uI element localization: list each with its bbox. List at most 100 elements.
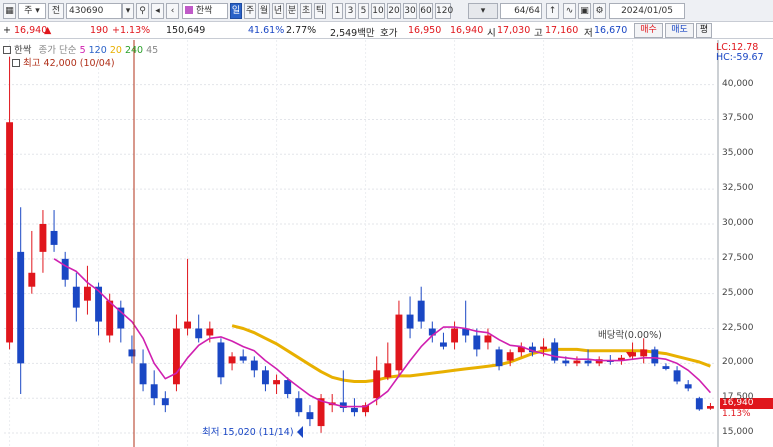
eval-button[interactable]: 평 [696, 23, 712, 38]
layout-icon[interactable]: ▦ [3, 3, 16, 19]
candle[interactable] [61, 251, 69, 287]
candle[interactable] [706, 402, 714, 410]
candle[interactable] [651, 346, 659, 367]
candle[interactable] [517, 342, 525, 357]
speaker-icon[interactable]: ◂ [151, 3, 164, 19]
high-toggle-icon[interactable] [12, 59, 20, 67]
candle[interactable] [184, 258, 192, 336]
period-button[interactable]: 초 [300, 3, 312, 19]
candle[interactable] [17, 207, 25, 395]
candle-body [17, 251, 25, 364]
candle[interactable] [83, 265, 91, 315]
volume: 150,649 [166, 25, 206, 36]
candle-body [284, 380, 292, 395]
code-input[interactable]: 430690 [66, 3, 122, 19]
candle[interactable] [117, 300, 125, 343]
count-field[interactable]: 64/64 [500, 3, 542, 19]
candle[interactable] [306, 405, 314, 427]
expand-icon[interactable]: + [3, 25, 11, 36]
stock-name-field: 한싹 [182, 3, 228, 19]
candle[interactable] [473, 328, 481, 357]
candle[interactable] [640, 338, 648, 364]
line-chart-icon[interactable]: ∿ [563, 3, 576, 19]
candle[interactable] [551, 338, 559, 364]
candle[interactable] [428, 321, 436, 343]
low-marker-icon [297, 426, 303, 438]
candle[interactable] [462, 300, 470, 343]
candle[interactable] [6, 56, 14, 350]
candle[interactable] [451, 321, 459, 350]
candle-body [495, 349, 503, 367]
y-tick-label: 22,500 [722, 322, 754, 333]
stock-name: 한싹 [195, 6, 213, 16]
candle[interactable] [684, 380, 692, 392]
interval-button[interactable]: 60 [419, 3, 433, 19]
candle[interactable] [295, 391, 303, 417]
change-value: 190 [90, 25, 109, 36]
save-icon[interactable]: ▣ [578, 3, 591, 19]
candle[interactable] [662, 363, 670, 371]
price-chart[interactable] [0, 40, 773, 447]
gear-icon[interactable]: ⚙ [593, 3, 606, 19]
interval-button[interactable]: 30 [403, 3, 417, 19]
interval-button[interactable]: 5 [358, 3, 369, 19]
candle[interactable] [417, 286, 425, 329]
date-field[interactable]: 2024/01/05 [609, 3, 685, 19]
interval-button[interactable]: 20 [387, 3, 401, 19]
candle[interactable] [228, 352, 236, 371]
high-label: 고 [534, 28, 543, 39]
change-arrow-icon: ▲ [44, 25, 52, 36]
low-annotation: 최저 15,020 (11/14) [202, 427, 294, 438]
arrow-up-icon[interactable]: ↑ [546, 3, 559, 19]
candle[interactable] [673, 366, 681, 385]
candle[interactable] [261, 366, 269, 392]
candle[interactable] [39, 210, 47, 273]
period-button[interactable]: 틱 [314, 3, 326, 19]
candle-body [250, 360, 258, 371]
y-tick-label: 17,500 [722, 392, 754, 403]
candle[interactable] [695, 396, 703, 411]
candle[interactable] [239, 349, 247, 364]
legend-toggle-icon[interactable] [3, 46, 11, 54]
candle[interactable] [150, 370, 158, 406]
candle-body [72, 286, 80, 308]
candle[interactable] [250, 356, 258, 378]
period-button[interactable]: 분 [286, 3, 298, 19]
search-icon[interactable]: ⚲ [136, 3, 149, 19]
sell-button[interactable]: 매도 [665, 23, 694, 38]
interval-button[interactable]: 3 [345, 3, 356, 19]
candle-body [239, 356, 247, 361]
period-button[interactable]: 주 [244, 3, 256, 19]
candle[interactable] [384, 342, 392, 381]
prev-stock-icon[interactable]: ‹ [166, 3, 179, 19]
candle[interactable] [573, 356, 581, 367]
y-tick-label: 27,500 [722, 252, 754, 263]
mode-select[interactable]: 주 ▾ [18, 3, 46, 19]
candle[interactable] [28, 230, 36, 294]
candle[interactable] [50, 210, 58, 252]
code-dropdown-icon[interactable]: ▾ [122, 3, 134, 19]
filter-button[interactable]: 전 [48, 3, 64, 19]
blank-select[interactable]: ▾ [468, 3, 498, 19]
interval-button[interactable]: 1 [332, 3, 343, 19]
candle[interactable] [217, 338, 225, 385]
interval-button[interactable]: 10 [371, 3, 385, 19]
candle[interactable] [72, 272, 80, 322]
interval-button[interactable]: 120 [435, 3, 453, 19]
period-button[interactable]: 월 [258, 3, 270, 19]
candle[interactable] [139, 349, 147, 392]
candle-body [584, 360, 592, 364]
y-tick-label: 15,000 [722, 427, 754, 438]
candle[interactable] [161, 391, 169, 413]
candle[interactable] [406, 296, 414, 339]
candle[interactable] [395, 300, 403, 378]
candle[interactable] [495, 346, 503, 371]
candle[interactable] [439, 332, 447, 350]
period-button[interactable]: 일 [230, 3, 242, 19]
candle[interactable] [273, 374, 281, 395]
open-label: 시 [487, 28, 496, 39]
period-button[interactable]: 년 [272, 3, 284, 19]
candle[interactable] [172, 314, 180, 392]
candle[interactable] [195, 314, 203, 343]
buy-button[interactable]: 매수 [634, 23, 663, 38]
